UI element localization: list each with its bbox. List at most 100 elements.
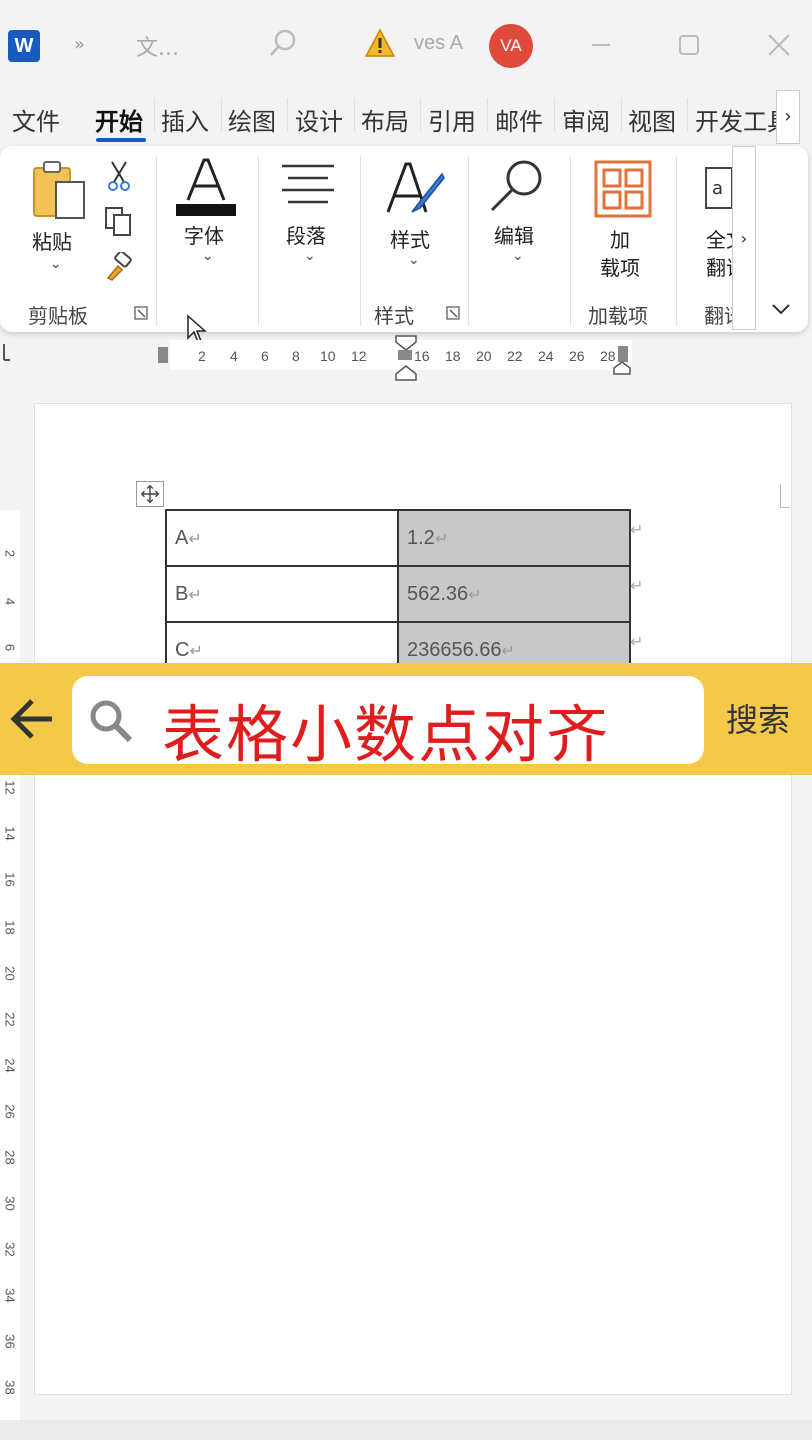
maximize-icon[interactable] bbox=[674, 30, 704, 60]
tab-view[interactable]: 视图 bbox=[628, 102, 676, 137]
ribbon-group-divider bbox=[360, 156, 361, 326]
table-cell-value[interactable]: 1.2↵ bbox=[397, 509, 631, 567]
paragraph-mark: ↵ bbox=[188, 530, 202, 548]
vertical-ruler[interactable]: 2 4 6 12 14 16 18 20 22 24 26 28 30 32 3… bbox=[0, 510, 20, 1420]
tabs-scroll-right-button[interactable]: › bbox=[776, 90, 800, 144]
left-margin-marker-icon[interactable] bbox=[157, 346, 169, 364]
ruler-tick: 26 bbox=[2, 1104, 18, 1119]
ruler-tick: 14 bbox=[2, 826, 18, 841]
translate-button-line2[interactable]: 翻译 bbox=[706, 252, 732, 281]
tab-layout[interactable]: 布局 bbox=[361, 102, 409, 137]
word-app-icon[interactable]: W bbox=[8, 30, 46, 62]
warning-icon[interactable] bbox=[364, 28, 396, 58]
tab-draw[interactable]: 绘图 bbox=[228, 102, 276, 137]
tab-mailings[interactable]: 邮件 bbox=[495, 102, 543, 137]
indent-marker-icon[interactable] bbox=[394, 334, 418, 382]
font-dropdown-chevron-icon[interactable]: ⌄ bbox=[202, 248, 214, 264]
tab-home[interactable]: 开始 bbox=[95, 102, 143, 137]
cell-text: C bbox=[175, 638, 190, 661]
clipboard-dialog-launcher-icon[interactable] bbox=[134, 306, 148, 320]
styles-dialog-launcher-icon[interactable] bbox=[446, 306, 460, 320]
translate-icon[interactable]: a bbox=[704, 166, 732, 210]
paragraph-mark: ↵ bbox=[501, 642, 515, 660]
table-move-handle-icon[interactable] bbox=[136, 481, 164, 507]
search-icon[interactable] bbox=[268, 28, 298, 58]
paste-dropdown-chevron-icon[interactable]: ⌄ bbox=[50, 256, 62, 272]
ruler-tick: 2 bbox=[2, 549, 18, 558]
ruler-tick: 10 bbox=[320, 348, 336, 364]
copy-icon[interactable] bbox=[104, 206, 134, 238]
back-arrow-icon[interactable] bbox=[8, 693, 56, 745]
cell-text: B bbox=[175, 582, 189, 605]
ruler-tick: 34 bbox=[2, 1288, 18, 1303]
search-overlay-bar: 表格小数点对齐 搜索 bbox=[0, 663, 812, 775]
editing-search-icon[interactable] bbox=[488, 158, 546, 214]
translate-button-line1[interactable]: 全文 bbox=[706, 224, 732, 253]
tab-divider bbox=[687, 98, 688, 132]
ruler-tick: 2 bbox=[198, 348, 206, 364]
ruler-tick: 18 bbox=[445, 348, 461, 364]
paragraph-button[interactable]: 段落 bbox=[286, 220, 326, 249]
tab-review[interactable]: 审阅 bbox=[562, 102, 610, 137]
add-ins-button-line1[interactable]: 加 bbox=[610, 224, 630, 253]
search-input[interactable]: 表格小数点对齐 bbox=[72, 676, 704, 771]
table-cell-label[interactable]: B↵ bbox=[165, 565, 399, 623]
styles-button[interactable]: 样式 bbox=[390, 224, 430, 253]
data-table[interactable]: A↵ 1.2↵ B↵ 562.36↵ C↵ 236656.66↵ bbox=[165, 509, 631, 679]
cell-text: 236656.66 bbox=[407, 638, 502, 661]
font-button[interactable]: 字体 bbox=[184, 220, 224, 249]
cut-icon[interactable] bbox=[106, 160, 132, 192]
ruler-tick: 36 bbox=[2, 1334, 18, 1349]
title-bar: W » 文... ves A VA bbox=[0, 0, 812, 92]
ruler-tick: 28 bbox=[2, 1150, 18, 1165]
row-end-mark: ↵ bbox=[630, 520, 644, 539]
ruler-tick: 12 bbox=[351, 348, 367, 364]
styles-dropdown-chevron-icon[interactable]: ⌄ bbox=[408, 252, 420, 268]
paragraph-dropdown-chevron-icon[interactable]: ⌄ bbox=[304, 248, 316, 264]
styles-icon[interactable] bbox=[384, 158, 446, 222]
tab-references[interactable]: 引用 bbox=[428, 102, 476, 137]
editing-button[interactable]: 编辑 bbox=[494, 220, 534, 249]
add-ins-icon[interactable] bbox=[594, 160, 652, 218]
ruler-tick: 30 bbox=[2, 1196, 18, 1211]
tab-insert[interactable]: 插入 bbox=[161, 102, 209, 137]
tab-divider bbox=[354, 98, 355, 132]
ribbon-collapse-chevron-icon[interactable] bbox=[766, 294, 796, 324]
paragraph-icon[interactable] bbox=[280, 162, 336, 208]
ribbon-scroll-right-button[interactable]: › bbox=[732, 146, 756, 330]
add-ins-button-line2[interactable]: 载项 bbox=[600, 252, 640, 281]
right-indent-marker-icon[interactable] bbox=[612, 346, 632, 376]
table-cell-label[interactable]: A↵ bbox=[165, 509, 399, 567]
ribbon-tabs: 文件 开始 插入 绘图 设计 布局 引用 邮件 审阅 视图 开发工具 bbox=[0, 96, 812, 142]
tab-file[interactable]: 文件 bbox=[12, 102, 60, 137]
ribbon-group-divider bbox=[468, 156, 469, 326]
cell-text: 1.2 bbox=[407, 526, 435, 549]
minimize-icon[interactable] bbox=[586, 30, 616, 60]
add-ins-group-label: 加载项 bbox=[588, 304, 648, 328]
ruler-tick: 6 bbox=[2, 643, 18, 652]
format-painter-icon[interactable] bbox=[104, 252, 134, 282]
paste-button[interactable]: 粘贴 bbox=[32, 226, 72, 255]
svg-text:a: a bbox=[712, 178, 723, 199]
table-cell-value[interactable]: 562.36↵ bbox=[397, 565, 631, 623]
search-button[interactable]: 搜索 bbox=[726, 695, 790, 741]
avatar[interactable]: VA bbox=[489, 24, 533, 68]
document-title[interactable]: 文... bbox=[136, 30, 179, 62]
ruler-tick: 26 bbox=[569, 348, 585, 364]
ruler-tick: 6 bbox=[261, 348, 269, 364]
paste-icon[interactable] bbox=[30, 160, 86, 222]
ruler-tick: 8 bbox=[292, 348, 300, 364]
close-icon[interactable] bbox=[764, 30, 794, 60]
tab-divider bbox=[554, 98, 555, 132]
tab-developer[interactable]: 开发工具 bbox=[695, 102, 777, 137]
quick-access-more-icon[interactable]: » bbox=[74, 34, 85, 55]
tab-design[interactable]: 设计 bbox=[295, 102, 343, 137]
editing-dropdown-chevron-icon[interactable]: ⌄ bbox=[512, 248, 524, 264]
user-name[interactable]: ves A bbox=[414, 32, 463, 55]
active-tab-indicator bbox=[96, 138, 146, 142]
ruler-tick: 22 bbox=[507, 348, 523, 364]
tab-divider bbox=[221, 98, 222, 132]
table-row: B↵ 562.36↵ bbox=[165, 565, 631, 623]
font-icon[interactable] bbox=[174, 156, 238, 218]
tab-selector-icon[interactable] bbox=[0, 340, 10, 364]
